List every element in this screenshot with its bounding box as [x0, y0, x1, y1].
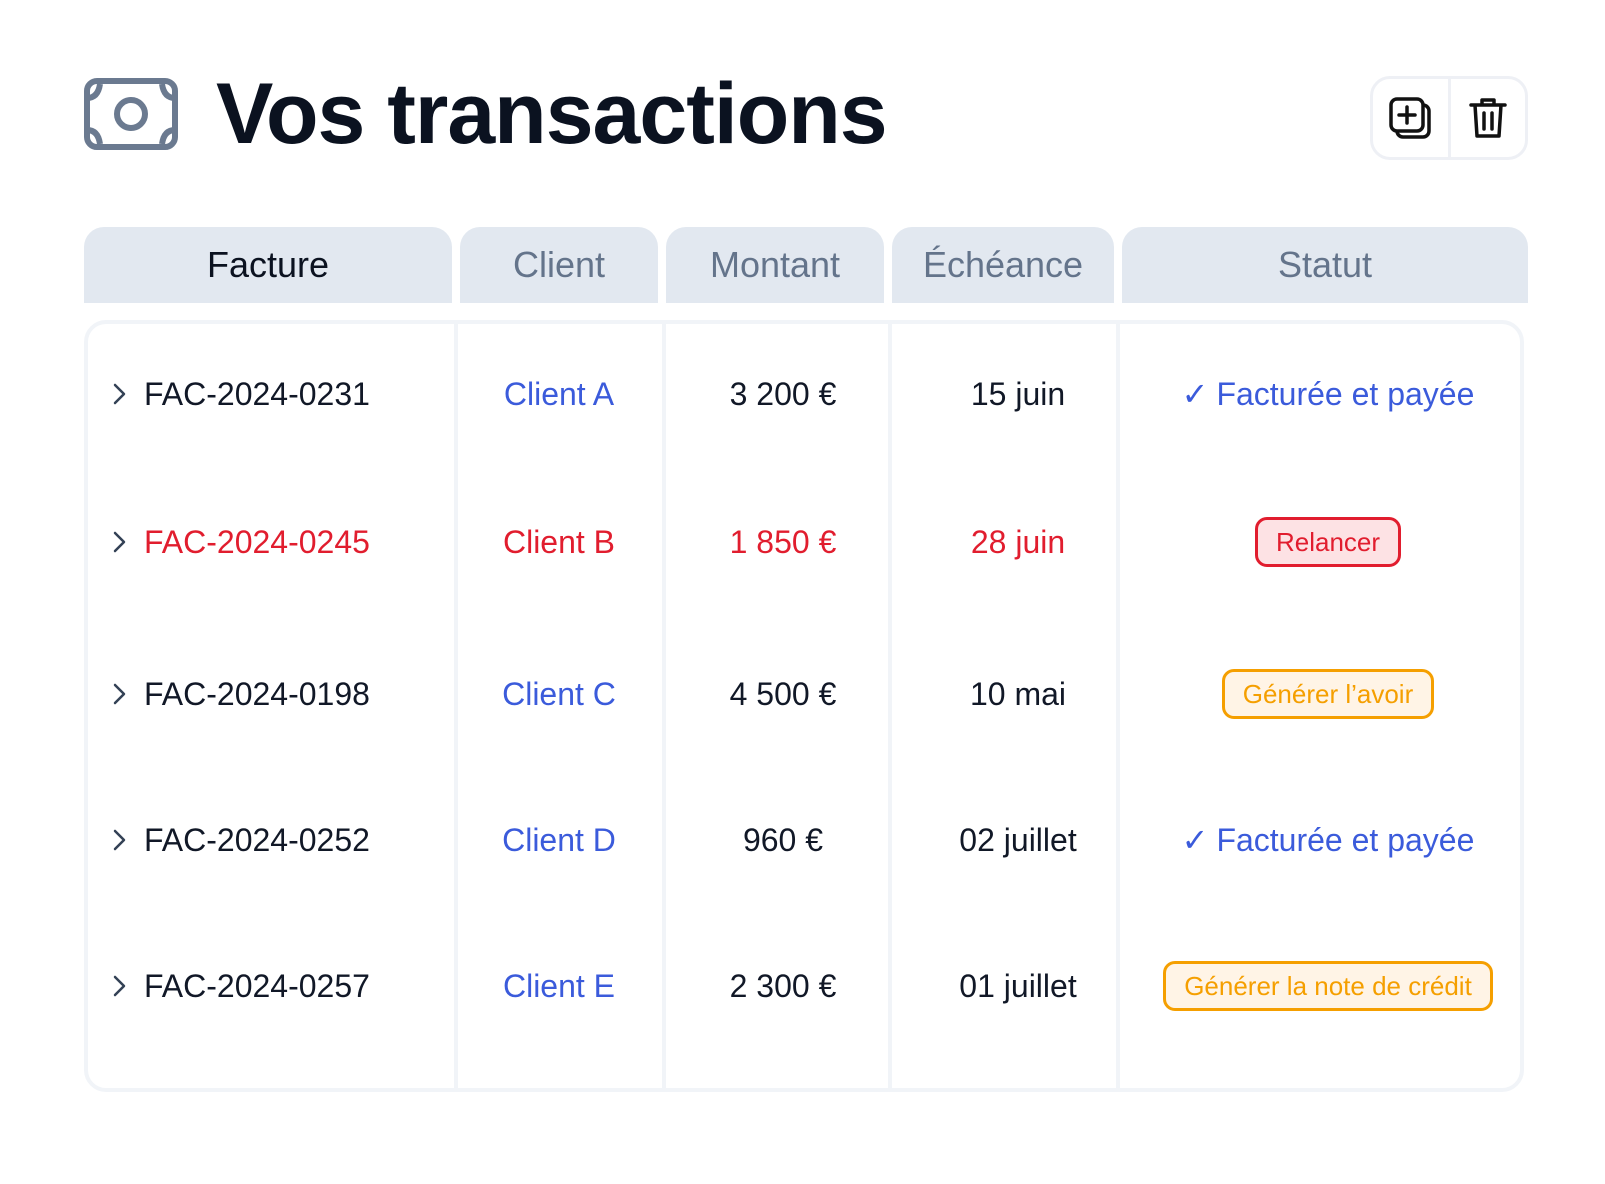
client-link[interactable]: Client E: [458, 956, 660, 1016]
due-date: 01 juillet: [959, 967, 1077, 1004]
chevron-right-icon[interactable]: [106, 827, 132, 853]
amount-value: 4 500 €: [729, 675, 837, 712]
table-row[interactable]: FAC-2024-0231 Client A 3 200 € 15 juin ✓…: [88, 364, 1520, 424]
table-row[interactable]: FAC-2024-0257 Client E 2 300 € 01 juille…: [88, 956, 1520, 1016]
add-copy-button[interactable]: [1373, 79, 1448, 157]
status-cell: ✓ Facturée et payée: [1140, 810, 1516, 870]
money-bill-icon: [84, 78, 178, 150]
status-label: Facturée et payée: [1216, 375, 1475, 412]
page-header: Vos transactions: [84, 62, 1528, 166]
transactions-table: FAC-2024-0231 Client A 3 200 € 15 juin ✓…: [84, 320, 1524, 1092]
table-row[interactable]: FAC-2024-0198 Client C 4 500 € 10 mai Gé…: [88, 664, 1520, 724]
delete-button[interactable]: [1447, 79, 1526, 157]
column-header-montant[interactable]: Montant: [666, 227, 884, 303]
due-date: 02 juillet: [959, 821, 1077, 858]
invoice-cell[interactable]: FAC-2024-0198: [106, 664, 446, 724]
generate-credit-note-button[interactable]: Générer la note de crédit: [1163, 961, 1493, 1011]
invoice-number: FAC-2024-0231: [144, 375, 370, 412]
chevron-right-icon[interactable]: [106, 681, 132, 707]
trash-icon: [1469, 98, 1507, 138]
add-copy-icon: [1389, 97, 1431, 139]
status-cell: Relancer: [1140, 512, 1516, 572]
table-header: Facture Client Montant Échéance Statut: [84, 227, 1528, 303]
due-date: 28 juin: [970, 523, 1066, 560]
invoice-cell[interactable]: FAC-2024-0231: [106, 364, 446, 424]
toolbar-actions: [1370, 76, 1528, 160]
table-row[interactable]: FAC-2024-0245 Client B 1 850 € 28 juin R…: [88, 512, 1520, 572]
column-header-echeance[interactable]: Échéance: [892, 227, 1114, 303]
check-icon: ✓: [1181, 376, 1209, 412]
status-cell: Générer la note de crédit: [1140, 956, 1516, 1016]
relancer-button[interactable]: Relancer: [1254, 517, 1402, 567]
client-link[interactable]: Client A: [458, 364, 660, 424]
status-paid: ✓ Facturée et payée: [1182, 821, 1475, 859]
invoice-cell[interactable]: FAC-2024-0257: [106, 956, 446, 1016]
client-link[interactable]: Client C: [458, 664, 660, 724]
due-date: 10 mai: [969, 675, 1067, 712]
due-date: 15 juin: [970, 375, 1066, 412]
check-icon: ✓: [1181, 822, 1209, 858]
client-link[interactable]: Client D: [458, 810, 660, 870]
invoice-number: FAC-2024-0245: [144, 523, 370, 560]
status-label: Facturée et payée: [1216, 821, 1475, 858]
chevron-right-icon[interactable]: [106, 381, 132, 407]
client-link[interactable]: Client B: [458, 512, 660, 572]
status-paid: ✓ Facturée et payée: [1182, 375, 1475, 413]
invoice-number: FAC-2024-0252: [144, 821, 370, 858]
amount-value: 960 €: [742, 821, 824, 858]
invoice-number: FAC-2024-0257: [144, 967, 370, 1004]
invoice-number: FAC-2024-0198: [144, 675, 370, 712]
column-header-facture[interactable]: Facture: [84, 227, 452, 303]
column-header-client[interactable]: Client: [460, 227, 658, 303]
invoice-cell[interactable]: FAC-2024-0252: [106, 810, 446, 870]
status-cell: Générer l’avoir: [1140, 664, 1516, 724]
amount-value: 2 300 €: [729, 967, 837, 1004]
amount-value: 3 200 €: [729, 375, 837, 412]
table-row[interactable]: FAC-2024-0252 Client D 960 € 02 juillet …: [88, 810, 1520, 870]
chevron-right-icon[interactable]: [106, 973, 132, 999]
status-cell: ✓ Facturée et payée: [1140, 364, 1516, 424]
invoice-cell[interactable]: FAC-2024-0245: [106, 512, 446, 572]
column-header-statut[interactable]: Statut: [1122, 227, 1528, 303]
generate-credit-button[interactable]: Générer l’avoir: [1221, 669, 1435, 719]
chevron-right-icon[interactable]: [106, 529, 132, 555]
amount-value: 1 850 €: [729, 523, 837, 560]
page-title: Vos transactions: [216, 66, 888, 162]
